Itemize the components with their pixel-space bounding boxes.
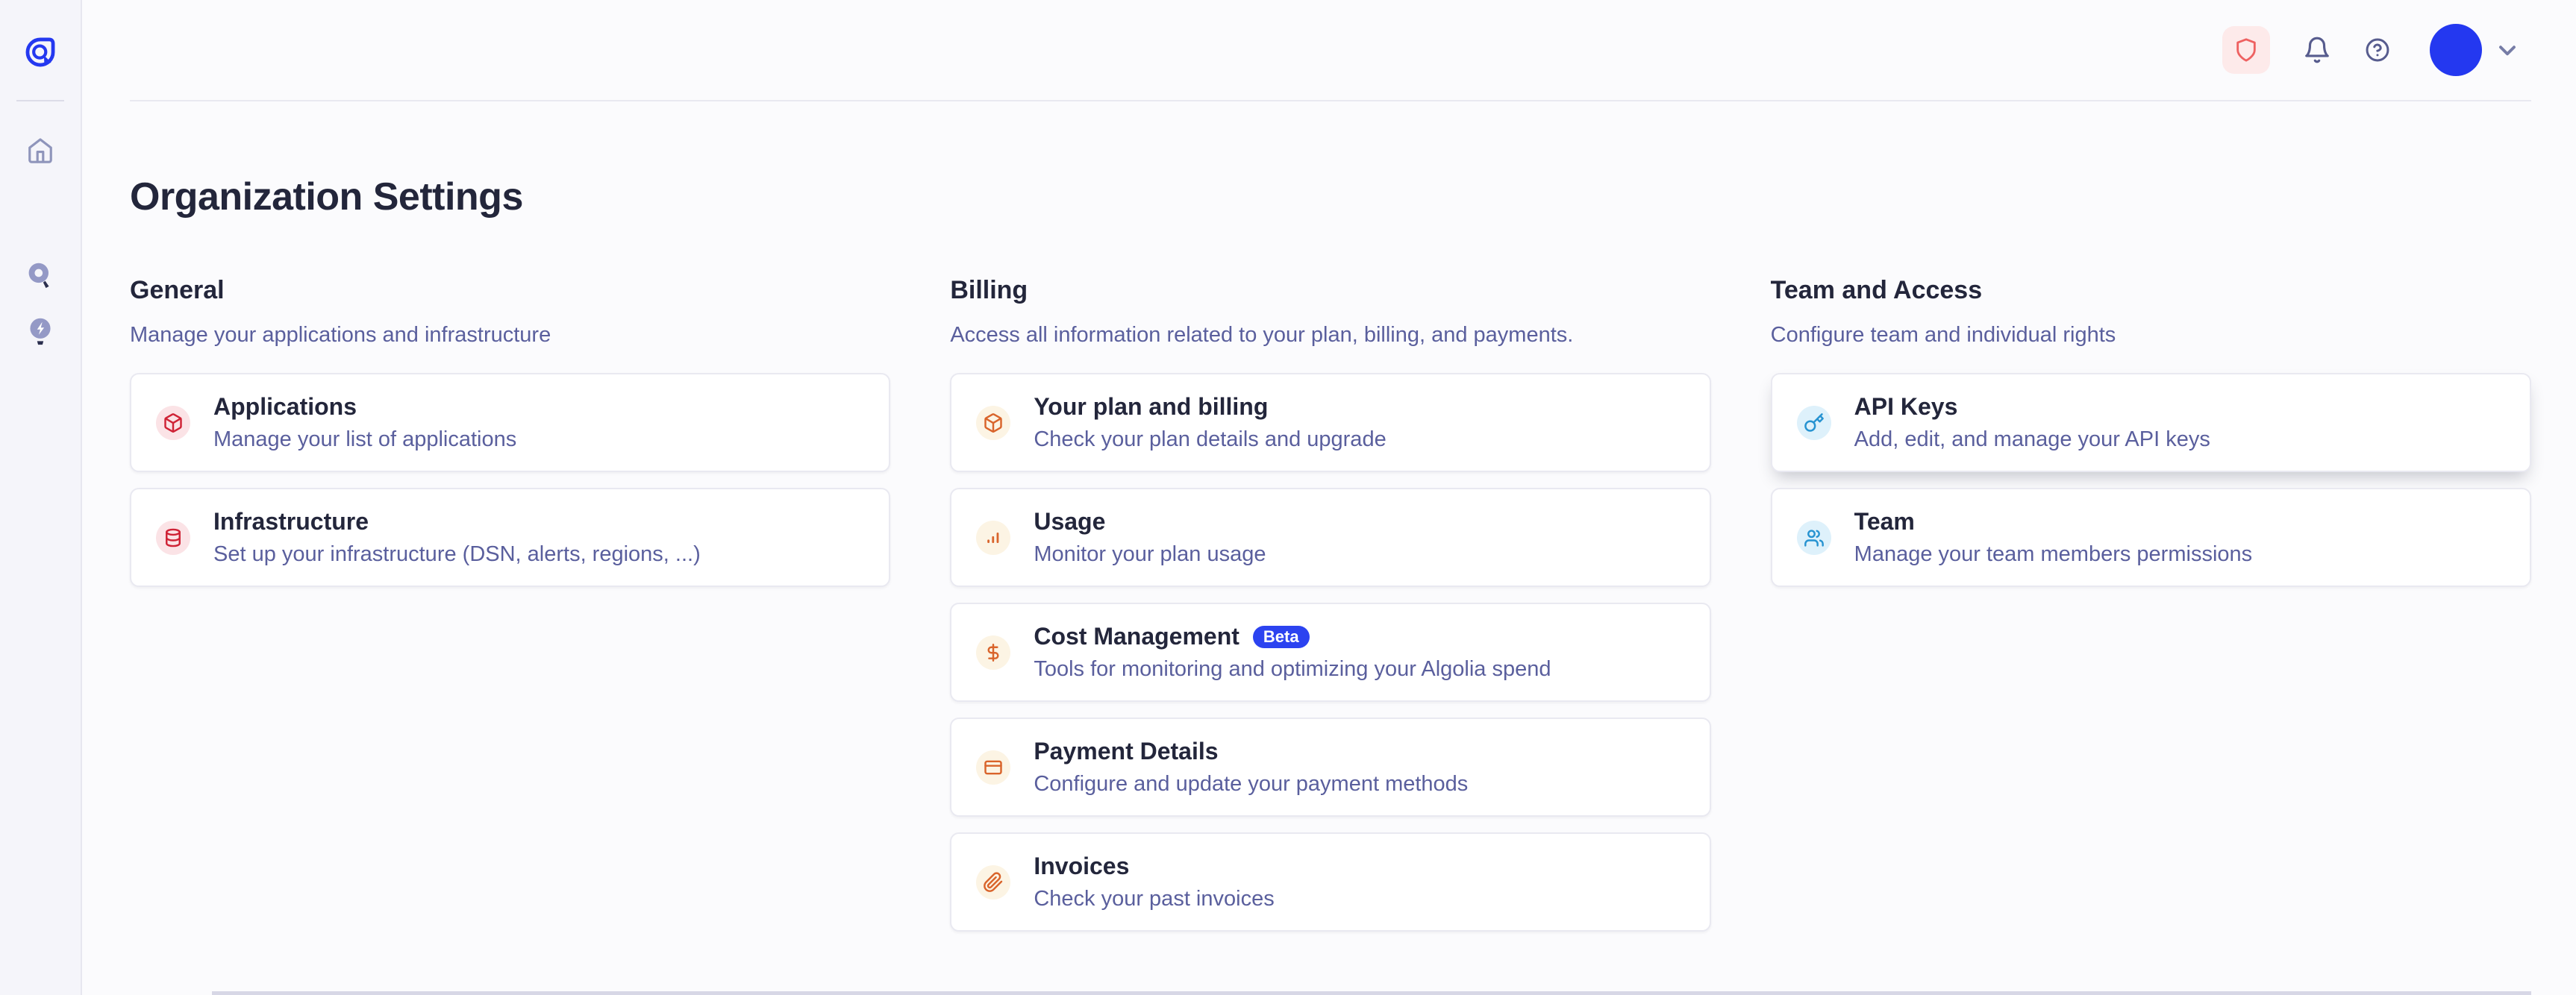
card-title: Invoices bbox=[1034, 853, 1129, 880]
paperclip-icon bbox=[976, 865, 1010, 900]
package-box-icon bbox=[976, 406, 1010, 440]
card-subtitle: Configure and update your payment method… bbox=[1034, 772, 1468, 797]
card-title: Payment Details bbox=[1034, 738, 1218, 765]
home-icon bbox=[26, 136, 54, 165]
package-box-icon bbox=[156, 406, 190, 440]
section-title: General bbox=[130, 276, 890, 305]
users-icon bbox=[1797, 521, 1831, 555]
lightbulb-flash-icon bbox=[24, 315, 57, 348]
search-magnifier-icon bbox=[24, 260, 57, 292]
section-subtitle: Manage your applications and infrastruct… bbox=[130, 323, 890, 348]
card-subtitle: Manage your list of applications bbox=[213, 427, 516, 452]
sidebar-item-search[interactable] bbox=[19, 255, 61, 297]
sidebar bbox=[0, 0, 82, 995]
card-usage[interactable]: Usage Monitor your plan usage bbox=[950, 488, 1710, 587]
settings-grid: General Manage your applications and inf… bbox=[130, 276, 2531, 932]
card-team[interactable]: Team Manage your team members permission… bbox=[1771, 488, 2531, 587]
section-general: General Manage your applications and inf… bbox=[130, 276, 890, 587]
card-subtitle: Add, edit, and manage your API keys bbox=[1854, 427, 2210, 452]
section-subtitle: Access all information related to your p… bbox=[950, 323, 1710, 348]
sidebar-divider bbox=[16, 100, 64, 101]
dollar-sign-icon bbox=[976, 635, 1010, 670]
card-subtitle: Monitor your plan usage bbox=[1034, 542, 1266, 567]
section-subtitle: Configure team and individual rights bbox=[1771, 323, 2531, 348]
security-shield-icon bbox=[2233, 37, 2259, 63]
footer-divider bbox=[212, 991, 2531, 995]
content: Organization Settings General Manage you… bbox=[130, 175, 2531, 932]
card-title: Usage bbox=[1034, 508, 1105, 536]
main-area: Organization Settings General Manage you… bbox=[82, 0, 2576, 995]
card-applications[interactable]: Applications Manage your list of applica… bbox=[130, 373, 890, 472]
card-cost-management[interactable]: Cost Management Beta Tools for monitorin… bbox=[950, 603, 1710, 702]
sidebar-item-recommend[interactable] bbox=[19, 310, 61, 352]
page-title: Organization Settings bbox=[130, 175, 2531, 219]
algolia-logo[interactable] bbox=[19, 31, 61, 73]
section-title: Billing bbox=[950, 276, 1710, 305]
help-circle-icon bbox=[2364, 37, 2391, 63]
user-avatar[interactable] bbox=[2430, 24, 2482, 76]
card-title: API Keys bbox=[1854, 393, 1958, 421]
card-plan-billing[interactable]: Your plan and billing Check your plan de… bbox=[950, 373, 1710, 472]
card-subtitle: Check your past invoices bbox=[1034, 887, 1274, 911]
card-title: Team bbox=[1854, 508, 1915, 536]
card-api-keys[interactable]: API Keys Add, edit, and manage your API … bbox=[1771, 373, 2531, 472]
section-title: Team and Access bbox=[1771, 276, 2531, 305]
database-icon bbox=[156, 521, 190, 555]
security-alert-button[interactable] bbox=[2222, 26, 2270, 74]
account-menu-button[interactable] bbox=[2494, 37, 2521, 63]
topbar bbox=[130, 0, 2531, 101]
credit-card-icon bbox=[976, 750, 1010, 785]
card-title: Your plan and billing bbox=[1034, 393, 1268, 421]
section-billing: Billing Access all information related t… bbox=[950, 276, 1710, 932]
card-payment-details[interactable]: Payment Details Configure and update you… bbox=[950, 718, 1710, 817]
card-subtitle: Tools for monitoring and optimizing your… bbox=[1034, 657, 1551, 682]
key-icon bbox=[1797, 406, 1831, 440]
section-team-access: Team and Access Configure team and indiv… bbox=[1771, 276, 2531, 587]
bell-icon bbox=[2303, 36, 2331, 64]
card-infrastructure[interactable]: Infrastructure Set up your infrastructur… bbox=[130, 488, 890, 587]
card-subtitle: Check your plan details and upgrade bbox=[1034, 427, 1386, 452]
card-invoices[interactable]: Invoices Check your past invoices bbox=[950, 832, 1710, 932]
card-subtitle: Set up your infrastructure (DSN, alerts,… bbox=[213, 542, 701, 567]
notifications-button[interactable] bbox=[2303, 36, 2331, 64]
help-button[interactable] bbox=[2364, 37, 2391, 63]
card-title: Infrastructure bbox=[213, 508, 369, 536]
chevron-down-icon bbox=[2494, 37, 2521, 63]
beta-badge: Beta bbox=[1253, 626, 1310, 648]
bar-chart-icon bbox=[976, 521, 1010, 555]
card-subtitle: Manage your team members permissions bbox=[1854, 542, 2252, 567]
card-title: Applications bbox=[213, 393, 357, 421]
sidebar-item-home[interactable] bbox=[19, 130, 61, 172]
card-title: Cost Management bbox=[1034, 623, 1239, 650]
